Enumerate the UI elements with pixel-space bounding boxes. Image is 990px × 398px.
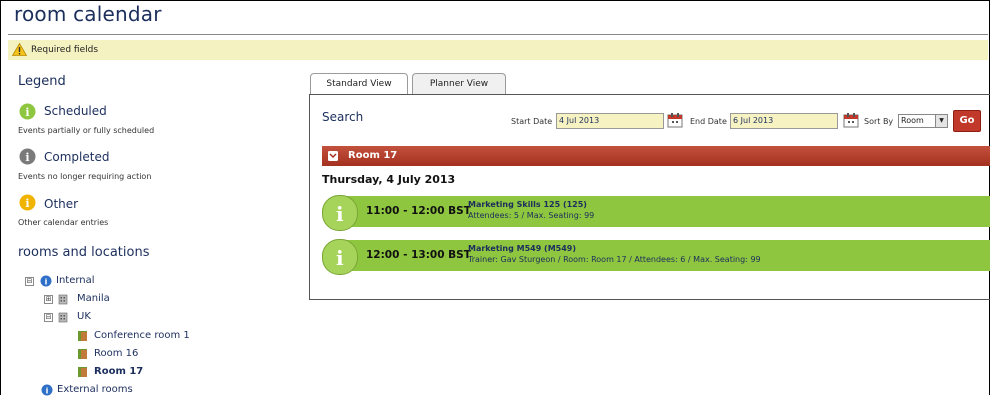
event-time: 11:00 - 12:00 BST <box>366 205 471 217</box>
svg-text:i: i <box>25 106 29 119</box>
start-date-input[interactable]: 4 Jul 2013 <box>556 113 664 129</box>
building-icon <box>58 294 68 305</box>
info-icon: i <box>322 239 358 275</box>
event-detail: Trainer: Gav Sturgeon / Room: Room 17 / … <box>468 255 761 264</box>
expand-toggle-icon[interactable]: ⊞ <box>44 295 53 304</box>
room-header-label: Room 17 <box>348 150 398 161</box>
calendar-icon[interactable] <box>667 112 683 128</box>
required-fields-text: Required fields <box>31 45 99 55</box>
start-date-label: Start Date <box>511 117 553 126</box>
sort-by-value: Room <box>901 116 924 125</box>
warning-icon <box>12 43 27 56</box>
tree-label: Room 16 <box>94 348 139 359</box>
tab-standard-view[interactable]: Standard View <box>310 73 408 95</box>
tree-label: Room 17 <box>94 366 144 377</box>
page-title: room calendar <box>14 2 162 26</box>
completed-info-icon: i <box>19 148 36 165</box>
info-icon: i <box>322 195 358 231</box>
event-item[interactable]: i 11:00 - 12:00 BST Marketing Skills 125… <box>322 195 990 231</box>
end-date-label: End Date <box>690 117 727 126</box>
day-heading: Thursday, 4 July 2013 <box>322 173 456 186</box>
legend-scheduled-desc: Events partially or fully scheduled <box>18 126 155 135</box>
svg-text:i: i <box>45 278 48 287</box>
legend-other-desc: Other calendar entries <box>18 218 109 227</box>
event-time: 12:00 - 13:00 BST <box>366 249 471 261</box>
go-button[interactable]: Go <box>953 110 981 132</box>
legend-completed-label: Completed <box>44 150 110 164</box>
tree-label: Internal <box>56 275 95 286</box>
legend-scheduled-label: Scheduled <box>44 104 107 118</box>
info-icon: i <box>40 275 52 287</box>
door-icon <box>78 349 87 359</box>
required-fields-bar: Required fields <box>8 40 988 60</box>
other-info-icon: i <box>19 194 36 211</box>
info-icon: i <box>41 384 53 396</box>
event-name[interactable]: Marketing M549 (M549) <box>468 244 576 253</box>
collapse-toggle-icon[interactable]: ⊟ <box>44 313 53 322</box>
door-icon <box>78 367 87 377</box>
room-header-bar: Room 17 <box>322 146 990 166</box>
building-icon <box>58 312 68 323</box>
svg-text:i: i <box>25 197 29 210</box>
tree-label: External rooms <box>57 384 133 395</box>
event-item[interactable]: i 12:00 - 13:00 BST Marketing M549 (M549… <box>322 239 990 275</box>
svg-text:i: i <box>46 387 49 396</box>
tab-planner-view[interactable]: Planner View <box>412 73 506 95</box>
tree-label: Manila <box>77 293 110 304</box>
legend-heading: Legend <box>18 74 66 89</box>
sort-by-select[interactable]: Room ▼ <box>898 114 948 128</box>
event-detail: Attendees: 5 / Max. Seating: 99 <box>468 211 595 220</box>
legend-other-label: Other <box>44 197 79 211</box>
sort-by-label: Sort By <box>864 117 894 126</box>
end-date-input[interactable]: 6 Jul 2013 <box>730 113 838 129</box>
calendar-icon[interactable] <box>843 112 859 128</box>
door-icon <box>78 331 87 341</box>
collapse-icon[interactable] <box>328 151 338 161</box>
chevron-down-icon[interactable]: ▼ <box>935 115 947 127</box>
rooms-heading: rooms and locations <box>18 245 150 260</box>
search-label: Search <box>322 110 364 124</box>
tree-label: Conference room 1 <box>94 330 190 341</box>
legend-completed-desc: Events no longer requiring action <box>18 172 152 181</box>
scheduled-info-icon: i <box>19 103 36 120</box>
event-name[interactable]: Marketing Skills 125 (125) <box>468 200 587 209</box>
tree-label: UK <box>77 311 91 322</box>
collapse-toggle-icon[interactable]: ⊟ <box>25 277 34 286</box>
title-divider <box>8 34 988 35</box>
svg-text:i: i <box>25 151 29 164</box>
